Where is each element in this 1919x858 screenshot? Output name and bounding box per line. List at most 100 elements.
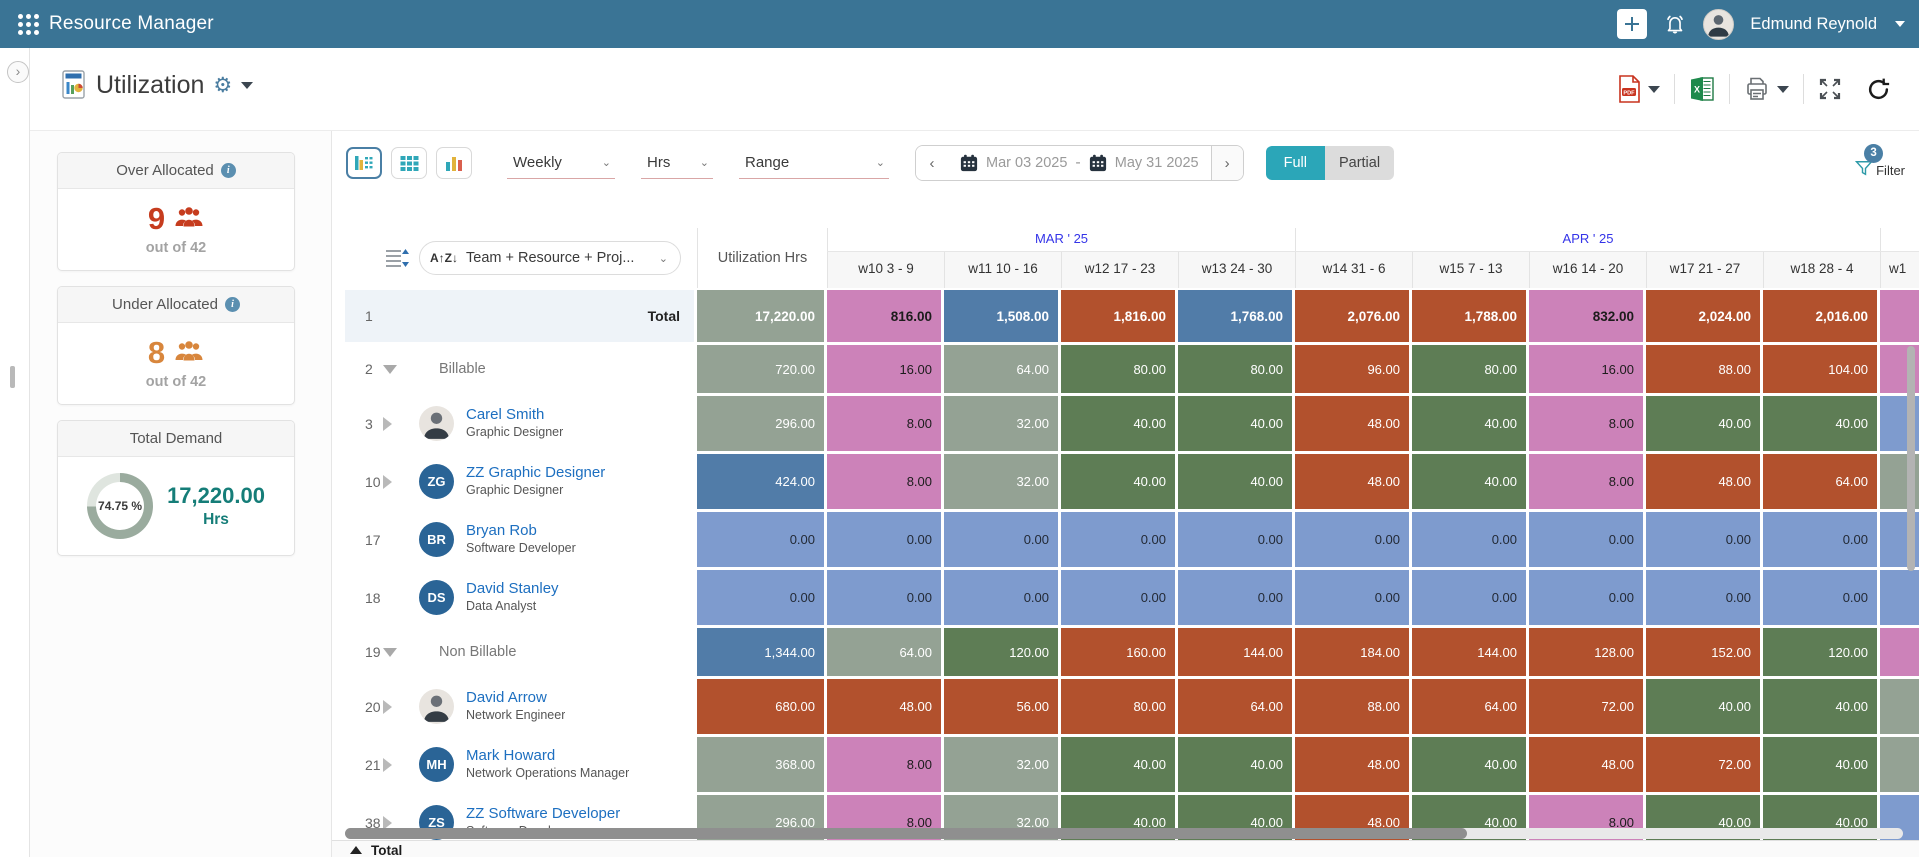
week-hours-cell[interactable]: 144.00 xyxy=(1412,628,1526,676)
week-hours-cell[interactable]: 40.00 xyxy=(1061,396,1175,451)
week-hours-cell[interactable]: 0.00 xyxy=(1295,512,1409,567)
view-grid-button[interactable] xyxy=(391,147,427,179)
week-hours-cell[interactable]: 40.00 xyxy=(1178,396,1292,451)
resource-name-link[interactable]: David Stanley xyxy=(466,580,559,599)
prev-period-button[interactable]: ‹ xyxy=(916,146,948,180)
week-hours-cell[interactable]: 32.00 xyxy=(944,396,1058,451)
week-hours-cell[interactable]: 40.00 xyxy=(1061,737,1175,792)
fullscreen-button[interactable] xyxy=(1818,77,1842,101)
resource-name-link[interactable]: Mark Howard xyxy=(466,747,629,766)
week-hours-cell[interactable]: 2,076.00 xyxy=(1295,290,1409,342)
week-hours-cell[interactable]: 2,024.00 xyxy=(1646,290,1760,342)
gear-icon[interactable]: ⚙ xyxy=(213,75,232,96)
info-icon[interactable]: i xyxy=(221,163,236,178)
date-from[interactable]: Mar 03 2025 xyxy=(986,155,1067,171)
vertical-scrollbar-thumb[interactable] xyxy=(1907,346,1915,571)
week-hours-cell[interactable]: 1,768.00 xyxy=(1178,290,1292,342)
bell-icon[interactable] xyxy=(1663,12,1687,36)
week-hours-cell[interactable]: 88.00 xyxy=(1295,679,1409,734)
utilization-total-cell[interactable]: 424.00 xyxy=(697,454,824,509)
resource-name-link[interactable]: Carel Smith xyxy=(466,406,563,425)
resource-name-link[interactable]: Bryan Rob xyxy=(466,522,576,541)
week-hours-cell[interactable]: 48.00 xyxy=(1529,737,1643,792)
expand-row-icon[interactable] xyxy=(383,700,392,714)
week-hours-cell[interactable]: 0.00 xyxy=(1529,512,1643,567)
week-hours-cell[interactable]: 0.00 xyxy=(1646,512,1760,567)
week-hours-cell[interactable]: 64.00 xyxy=(1763,454,1877,509)
week-hours-cell[interactable]: 40.00 xyxy=(1412,454,1526,509)
resource-name-link[interactable]: David Arrow xyxy=(466,689,565,708)
week-hours-cell[interactable]: 40.00 xyxy=(1646,679,1760,734)
week-hours-cell[interactable]: 80.00 xyxy=(1178,345,1292,393)
resource-name-link[interactable]: ZZ Software Developer xyxy=(466,805,620,824)
utilization-total-cell[interactable]: 680.00 xyxy=(697,679,824,734)
calendar-icon[interactable] xyxy=(960,154,978,172)
week-hours-cell[interactable]: 48.00 xyxy=(1295,454,1409,509)
week-hours-cell[interactable]: 832.00 xyxy=(1529,290,1643,342)
pdf-caret-icon[interactable] xyxy=(1648,86,1660,93)
week-hours-cell[interactable]: 48.00 xyxy=(827,679,941,734)
week-hours-cell[interactable]: 96.00 xyxy=(1295,345,1409,393)
week-hours-cell[interactable]: 40.00 xyxy=(1178,454,1292,509)
settings-caret-icon[interactable] xyxy=(241,82,253,89)
full-toggle-button[interactable]: Full xyxy=(1266,146,1325,180)
expand-toggle[interactable] xyxy=(383,700,411,714)
week-hours-cell[interactable]: 40.00 xyxy=(1412,396,1526,451)
week-hours-cell[interactable]: 184.00 xyxy=(1295,628,1409,676)
expand-toggle[interactable] xyxy=(383,475,411,489)
week-hours-cell[interactable]: 72.00 xyxy=(1646,737,1760,792)
week-hours-cell[interactable]: 32.00 xyxy=(944,454,1058,509)
week-hours-cell[interactable]: 8.00 xyxy=(1529,396,1643,451)
week-hours-cell[interactable]: 0.00 xyxy=(1178,570,1292,625)
chevron-down-icon[interactable] xyxy=(1895,21,1905,27)
week-hours-cell[interactable]: 32.00 xyxy=(944,737,1058,792)
week-hours-cell[interactable]: 88.00 xyxy=(1646,345,1760,393)
view-chart-button[interactable] xyxy=(436,147,472,179)
week-hours-cell[interactable]: 8.00 xyxy=(827,396,941,451)
week-hours-cell[interactable]: 64.00 xyxy=(944,345,1058,393)
week-hours-cell[interactable]: 120.00 xyxy=(944,628,1058,676)
date-to[interactable]: May 31 2025 xyxy=(1115,155,1199,171)
week-hours-cell[interactable]: 16.00 xyxy=(1529,345,1643,393)
expand-row-icon[interactable] xyxy=(383,417,392,431)
week-hours-cell[interactable]: 48.00 xyxy=(1295,396,1409,451)
week-hours-cell[interactable]: 0.00 xyxy=(1529,570,1643,625)
utilization-total-cell[interactable]: 368.00 xyxy=(697,737,824,792)
collapse-up-icon[interactable] xyxy=(350,846,362,854)
week-hours-cell[interactable]: 1,788.00 xyxy=(1412,290,1526,342)
week-hours-cell[interactable]: 0.00 xyxy=(1061,570,1175,625)
week-hours-cell[interactable]: 48.00 xyxy=(1646,454,1760,509)
week-hours-cell[interactable]: 1,508.00 xyxy=(944,290,1058,342)
panel-resize-handle[interactable] xyxy=(10,366,15,388)
utilization-total-cell[interactable]: 296.00 xyxy=(697,396,824,451)
utilization-total-cell[interactable]: 1,344.00 xyxy=(697,628,824,676)
collapse-group-icon[interactable] xyxy=(383,648,397,657)
week-hours-cell[interactable]: 816.00 xyxy=(827,290,941,342)
horizontal-scrollbar-thumb[interactable] xyxy=(345,828,1467,839)
expand-toggle[interactable] xyxy=(383,365,411,374)
range-select[interactable]: Range ⌄ xyxy=(739,147,889,179)
next-period-button[interactable]: › xyxy=(1211,146,1243,180)
view-combo-button[interactable] xyxy=(346,147,382,179)
week-hours-cell[interactable]: 40.00 xyxy=(1178,737,1292,792)
week-hours-cell[interactable]: 128.00 xyxy=(1529,628,1643,676)
week-hours-cell[interactable]: 120.00 xyxy=(1763,628,1877,676)
print-caret-icon[interactable] xyxy=(1777,86,1789,93)
week-hours-cell[interactable]: 8.00 xyxy=(1529,454,1643,509)
week-hours-cell[interactable]: 72.00 xyxy=(1529,679,1643,734)
week-hours-cell[interactable]: 8.00 xyxy=(827,454,941,509)
expand-panel-button[interactable]: › xyxy=(7,61,29,83)
week-hours-cell[interactable]: 152.00 xyxy=(1646,628,1760,676)
expand-toggle[interactable] xyxy=(383,648,411,657)
week-hours-cell[interactable]: 0.00 xyxy=(827,512,941,567)
utilization-total-cell[interactable]: 720.00 xyxy=(697,345,824,393)
apps-grid-icon[interactable] xyxy=(18,14,39,35)
week-hours-cell[interactable]: 0.00 xyxy=(1178,512,1292,567)
week-hours-cell[interactable]: 0.00 xyxy=(1412,570,1526,625)
week-hours-cell[interactable]: 80.00 xyxy=(1061,679,1175,734)
week-hours-cell[interactable]: 2,016.00 xyxy=(1763,290,1877,342)
export-excel-button[interactable]: X xyxy=(1689,76,1715,102)
group-by-dropdown[interactable]: A↑Z↓ Team + Resource + Proj... ⌄ xyxy=(419,241,681,275)
calendar-icon[interactable] xyxy=(1089,154,1107,172)
week-hours-cell[interactable]: 40.00 xyxy=(1061,454,1175,509)
